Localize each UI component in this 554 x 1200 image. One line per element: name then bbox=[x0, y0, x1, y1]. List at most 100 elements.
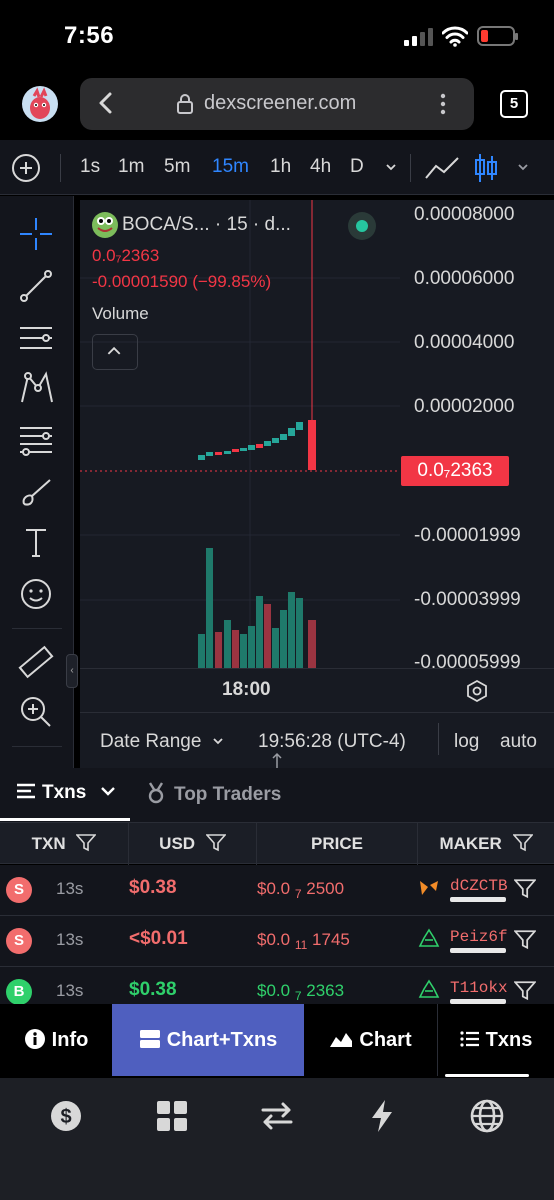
candle bbox=[206, 452, 213, 456]
candlestick-icon[interactable] bbox=[474, 152, 498, 184]
view-tab-chart-txns[interactable]: Chart+Txns bbox=[112, 1004, 304, 1076]
filter-icon[interactable] bbox=[76, 834, 97, 852]
maker-address[interactable]: dCZCTB bbox=[450, 877, 508, 895]
zoom-in-icon[interactable] bbox=[16, 692, 56, 732]
view-tab-info[interactable]: Info bbox=[0, 1004, 112, 1076]
y-tick-label: 0.00004000 bbox=[414, 332, 515, 353]
chart-legend-title[interactable]: BOCA/S... · 15 · d... bbox=[122, 214, 291, 236]
parallel-lines-icon[interactable] bbox=[16, 318, 56, 358]
market-status-icon bbox=[348, 212, 376, 240]
interval-15m[interactable]: 15m bbox=[212, 156, 249, 178]
signal-icon bbox=[404, 28, 434, 46]
collapse-sidebar-button[interactable]: ‹ bbox=[66, 654, 78, 688]
medal-icon bbox=[148, 782, 164, 804]
txn-price: $0.0 7 2363 bbox=[257, 981, 344, 1003]
maker-address[interactable]: T11okx bbox=[450, 979, 508, 997]
url-text[interactable]: dexscreener.com bbox=[204, 92, 356, 115]
swap-icon[interactable] bbox=[259, 1098, 295, 1134]
volume-bar bbox=[240, 634, 247, 668]
header-usd[interactable]: USD bbox=[129, 823, 257, 865]
battery-icon bbox=[477, 26, 518, 46]
interval-4h[interactable]: 4h bbox=[310, 156, 331, 178]
header-price-label: PRICE bbox=[311, 834, 363, 853]
chevron-down-icon[interactable] bbox=[516, 160, 530, 174]
volume-bar bbox=[256, 596, 263, 668]
globe-icon[interactable] bbox=[469, 1098, 505, 1134]
status-bar: 7:56 bbox=[0, 0, 554, 70]
mascot-icon bbox=[30, 87, 50, 119]
view-tab-txns[interactable]: Txns bbox=[438, 1004, 554, 1076]
txn-row[interactable]: S 13s <$0.01 $0.0 11 1745 Peiz6f bbox=[0, 916, 554, 967]
maker-balance-bar bbox=[450, 948, 506, 953]
volume-label: Volume bbox=[92, 304, 149, 323]
price-zero-count: 7 bbox=[294, 989, 302, 1003]
tab-txns[interactable]: Txns bbox=[16, 782, 116, 804]
price-axis[interactable]: 0.00008000 0.00006000 0.00004000 0.00002… bbox=[400, 200, 554, 673]
time-axis[interactable]: 18:00 bbox=[80, 668, 554, 712]
address-bar[interactable]: dexscreener.com bbox=[80, 78, 474, 130]
txn-row[interactable]: S 13s $0.38 $0.0 7 2500 dCZCTB bbox=[0, 865, 554, 916]
log-scale-button[interactable]: log bbox=[454, 731, 479, 753]
price-change: -0.00001590 (−99.85%) bbox=[92, 272, 272, 291]
pattern-icon[interactable] bbox=[16, 368, 56, 408]
reset-chart-icon[interactable] bbox=[466, 679, 488, 703]
txn-panel-tabs: Txns Top Traders bbox=[0, 768, 554, 822]
maker-avatar-icon bbox=[418, 979, 440, 998]
interval-1h[interactable]: 1h bbox=[270, 156, 291, 178]
filter-icon[interactable] bbox=[205, 834, 226, 852]
maker-address[interactable]: Peiz6f bbox=[450, 928, 508, 946]
header-txn[interactable]: TXN bbox=[0, 823, 129, 865]
tab-count-button[interactable]: 5 bbox=[500, 90, 528, 118]
toolbar-divider bbox=[60, 154, 61, 182]
svg-text:$: $ bbox=[60, 1106, 71, 1128]
dollar-icon[interactable]: $ bbox=[48, 1098, 84, 1134]
chevron-down-icon bbox=[213, 738, 223, 745]
back-icon[interactable] bbox=[96, 91, 116, 115]
site-avatar[interactable] bbox=[22, 86, 58, 122]
candle bbox=[256, 444, 263, 448]
maker-avatar-icon bbox=[418, 928, 440, 947]
header-maker[interactable]: MAKER bbox=[418, 823, 554, 865]
filter-icon[interactable] bbox=[514, 879, 536, 899]
tab-top-traders[interactable]: Top Traders bbox=[146, 782, 281, 806]
x-tick-label: 18:00 bbox=[222, 679, 271, 700]
drawing-toolbar bbox=[0, 196, 74, 768]
header-txn-label: TXN bbox=[31, 834, 66, 853]
price-prefix: $0.0 bbox=[257, 879, 291, 898]
timezone-clock[interactable]: 19:56:28 (UTC-4) bbox=[258, 731, 406, 753]
filter-icon[interactable] bbox=[514, 981, 536, 1001]
volume-bar bbox=[272, 628, 279, 668]
maker-balance-bar bbox=[450, 897, 506, 902]
grid-icon[interactable] bbox=[154, 1098, 190, 1134]
interval-5m[interactable]: 5m bbox=[164, 156, 190, 178]
filter-icon[interactable] bbox=[512, 834, 533, 852]
bolt-icon[interactable] bbox=[364, 1098, 400, 1134]
volume-bar bbox=[280, 610, 287, 668]
text-tool-icon[interactable] bbox=[16, 522, 56, 562]
view-tab-chart[interactable]: Chart bbox=[304, 1004, 438, 1076]
interval-d[interactable]: D bbox=[350, 156, 364, 178]
trend-line-icon[interactable] bbox=[16, 266, 56, 306]
chevron-down-icon[interactable] bbox=[384, 160, 398, 174]
info-icon bbox=[24, 1029, 45, 1049]
interval-1m[interactable]: 1m bbox=[118, 156, 144, 178]
ruler-icon[interactable] bbox=[16, 642, 56, 682]
current-price: 0.0₇2363 bbox=[92, 246, 160, 265]
emoji-icon[interactable] bbox=[16, 574, 56, 614]
brush-icon[interactable] bbox=[16, 472, 56, 512]
wifi-icon bbox=[442, 26, 468, 47]
y-tick-label: -0.00003999 bbox=[414, 589, 521, 610]
candle bbox=[264, 441, 271, 446]
chart-footer: Date Range 19:56:28 (UTC-4) log auto bbox=[80, 712, 554, 768]
collapse-legend-button[interactable] bbox=[92, 334, 138, 370]
auto-scale-button[interactable]: auto bbox=[500, 731, 537, 753]
add-indicator-icon[interactable] bbox=[12, 154, 40, 182]
fib-retracement-icon[interactable] bbox=[16, 420, 56, 460]
more-vertical-icon[interactable] bbox=[440, 92, 446, 116]
candle bbox=[272, 438, 279, 443]
filter-icon[interactable] bbox=[514, 930, 536, 950]
date-range-button[interactable]: Date Range bbox=[100, 731, 225, 753]
crosshair-icon[interactable] bbox=[16, 214, 56, 254]
interval-1s[interactable]: 1s bbox=[80, 156, 100, 178]
line-chart-icon[interactable] bbox=[424, 154, 460, 182]
